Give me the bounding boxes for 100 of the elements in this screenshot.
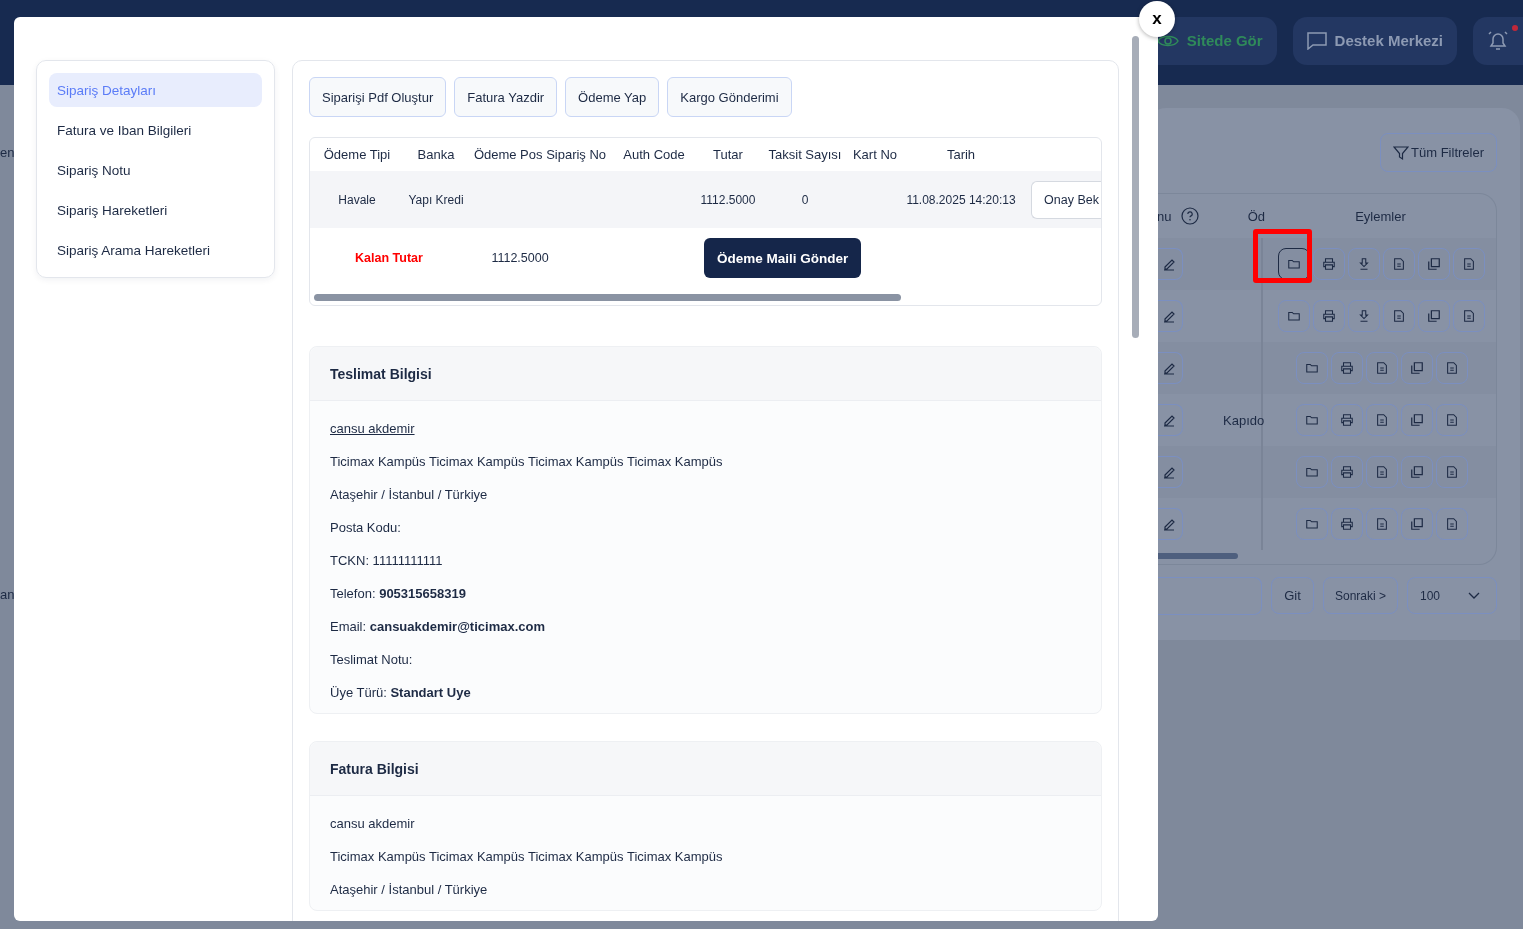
notification-button[interactable] (1473, 16, 1523, 65)
column-header: Taksit Sayısı (768, 147, 842, 162)
action-button[interactable] (1278, 300, 1310, 332)
download-icon (1357, 257, 1371, 271)
folder-icon (1304, 465, 1319, 479)
filter-button[interactable]: Tüm Filtreler (1380, 133, 1497, 172)
action-button[interactable] (1348, 248, 1380, 280)
pencil-icon (1161, 465, 1176, 479)
column-header: Tutar (713, 147, 743, 162)
info-text: cansu akdemir (330, 815, 415, 832)
column-header: Ödeme Tipi (323, 147, 391, 162)
table-cell: 1112.5000 (700, 192, 756, 207)
action-button[interactable] (1453, 248, 1485, 280)
action-button[interactable] (1365, 404, 1398, 436)
sidebar-item[interactable]: Fatura ve Iban Bilgileri (49, 113, 262, 147)
action-button[interactable] (1295, 456, 1328, 488)
printer-icon (1339, 465, 1354, 479)
action-button[interactable] (1295, 352, 1328, 384)
action-button[interactable] (1313, 300, 1345, 332)
toolbar-button[interactable]: Fatura Yazdir (454, 77, 558, 117)
remaining-label: Kalan Tutar (354, 251, 424, 265)
column-header: Auth Code (623, 147, 685, 162)
printer-icon (1322, 257, 1336, 271)
document-icon (1374, 413, 1389, 427)
column-header: nu (1157, 208, 1172, 224)
printer-icon (1322, 309, 1336, 323)
scrollbar[interactable] (1155, 553, 1238, 559)
action-button[interactable] (1435, 456, 1468, 488)
next-button[interactable]: Sonraki > (1322, 577, 1398, 614)
pencil-icon (1161, 413, 1176, 427)
document-icon (1444, 413, 1459, 427)
table-cell: Havale (338, 192, 376, 207)
info-text: Ticimax Kampüs Ticimax Kampüs Ticimax Kampüs Ticimax Kampüs (330, 848, 723, 865)
scrollbar[interactable] (314, 294, 901, 301)
section-title: Fatura Bilgisi (330, 760, 419, 777)
info-text: TCKN: 11111111111 (330, 552, 443, 569)
info-text: Üye Türü: Standart Uye (330, 684, 471, 701)
cut-text: en (0, 145, 15, 160)
document-icon (1392, 309, 1406, 323)
remaining-amount: 1112.5000 (490, 251, 550, 265)
printer-icon (1339, 361, 1354, 375)
sidebar-item[interactable]: Sipariş Hareketleri (49, 193, 262, 227)
sidebar-item[interactable]: Sipariş Arama Hareketleri (49, 233, 262, 267)
action-button[interactable] (1313, 248, 1345, 280)
page-size-select[interactable]: 100 (1407, 577, 1497, 614)
action-button[interactable] (1400, 352, 1433, 384)
pencil-icon (1161, 309, 1176, 323)
action-button[interactable] (1330, 456, 1363, 488)
action-button[interactable] (1418, 248, 1450, 280)
action-button[interactable] (1383, 248, 1415, 280)
document-icon (1374, 465, 1389, 479)
info-text: Ticimax Kampüs Ticimax Kampüs Ticimax Kampüs Ticimax Kampüs (330, 453, 723, 470)
info-text: Email: cansuakdemir@ticimax.com (330, 618, 545, 635)
action-button[interactable] (1295, 404, 1328, 436)
action-button[interactable] (1330, 508, 1363, 540)
status-button[interactable]: Onay Bek (1031, 180, 1101, 219)
action-button[interactable] (1348, 300, 1380, 332)
chat-bubble-icon (1306, 31, 1327, 50)
action-button[interactable] (1365, 352, 1398, 384)
pencil-icon (1161, 361, 1176, 375)
action-button[interactable] (1400, 456, 1433, 488)
pencil-icon (1161, 517, 1176, 531)
document-icon (1462, 309, 1476, 323)
highlight-frame (1253, 229, 1312, 283)
folder-icon (1304, 517, 1319, 531)
pencil-icon (1161, 257, 1176, 271)
column-header: Öd (1247, 208, 1265, 224)
top-button[interactable]: Destek Merkezi (1292, 16, 1457, 65)
action-button[interactable] (1435, 404, 1468, 436)
toolbar-button[interactable]: Ödeme Yap (565, 77, 660, 117)
action-button[interactable] (1435, 352, 1468, 384)
scrollbar[interactable] (1132, 36, 1139, 338)
toolbar-button[interactable]: Kargo Gönderimi (667, 77, 792, 117)
toolbar-button[interactable]: Siparişi Pdf Oluştur (309, 77, 447, 117)
action-button[interactable] (1383, 300, 1415, 332)
filter-icon (1393, 144, 1410, 161)
download-icon (1357, 309, 1371, 323)
action-button[interactable] (1330, 352, 1363, 384)
folder-icon (1304, 413, 1319, 427)
action-button[interactable] (1365, 456, 1398, 488)
action-button[interactable] (1418, 300, 1450, 332)
info-text: Teslimat Notu: (330, 651, 413, 668)
action-button[interactable] (1330, 404, 1363, 436)
column-header: Kart No (852, 147, 898, 162)
send-mail-button[interactable]: Ödeme Maili Gönder (704, 238, 862, 278)
action-button[interactable] (1400, 404, 1433, 436)
go-button[interactable]: Git (1270, 577, 1314, 614)
action-button[interactable] (1365, 508, 1398, 540)
table-cell: Kapıdo (1223, 412, 1265, 428)
info-text: Ataşehir / İstanbul / Türkiye (330, 486, 488, 503)
action-button[interactable] (1435, 508, 1468, 540)
name-link[interactable]: cansu akdemir (330, 420, 415, 437)
copy-icon (1409, 465, 1424, 479)
document-icon (1444, 361, 1459, 375)
action-button[interactable] (1400, 508, 1433, 540)
sidebar-item[interactable]: Sipariş Notu (49, 153, 262, 187)
column-header: Eylemler (1355, 208, 1406, 224)
info-text: Posta Kodu: (330, 519, 401, 536)
action-button[interactable] (1453, 300, 1485, 332)
action-button[interactable] (1295, 508, 1328, 540)
